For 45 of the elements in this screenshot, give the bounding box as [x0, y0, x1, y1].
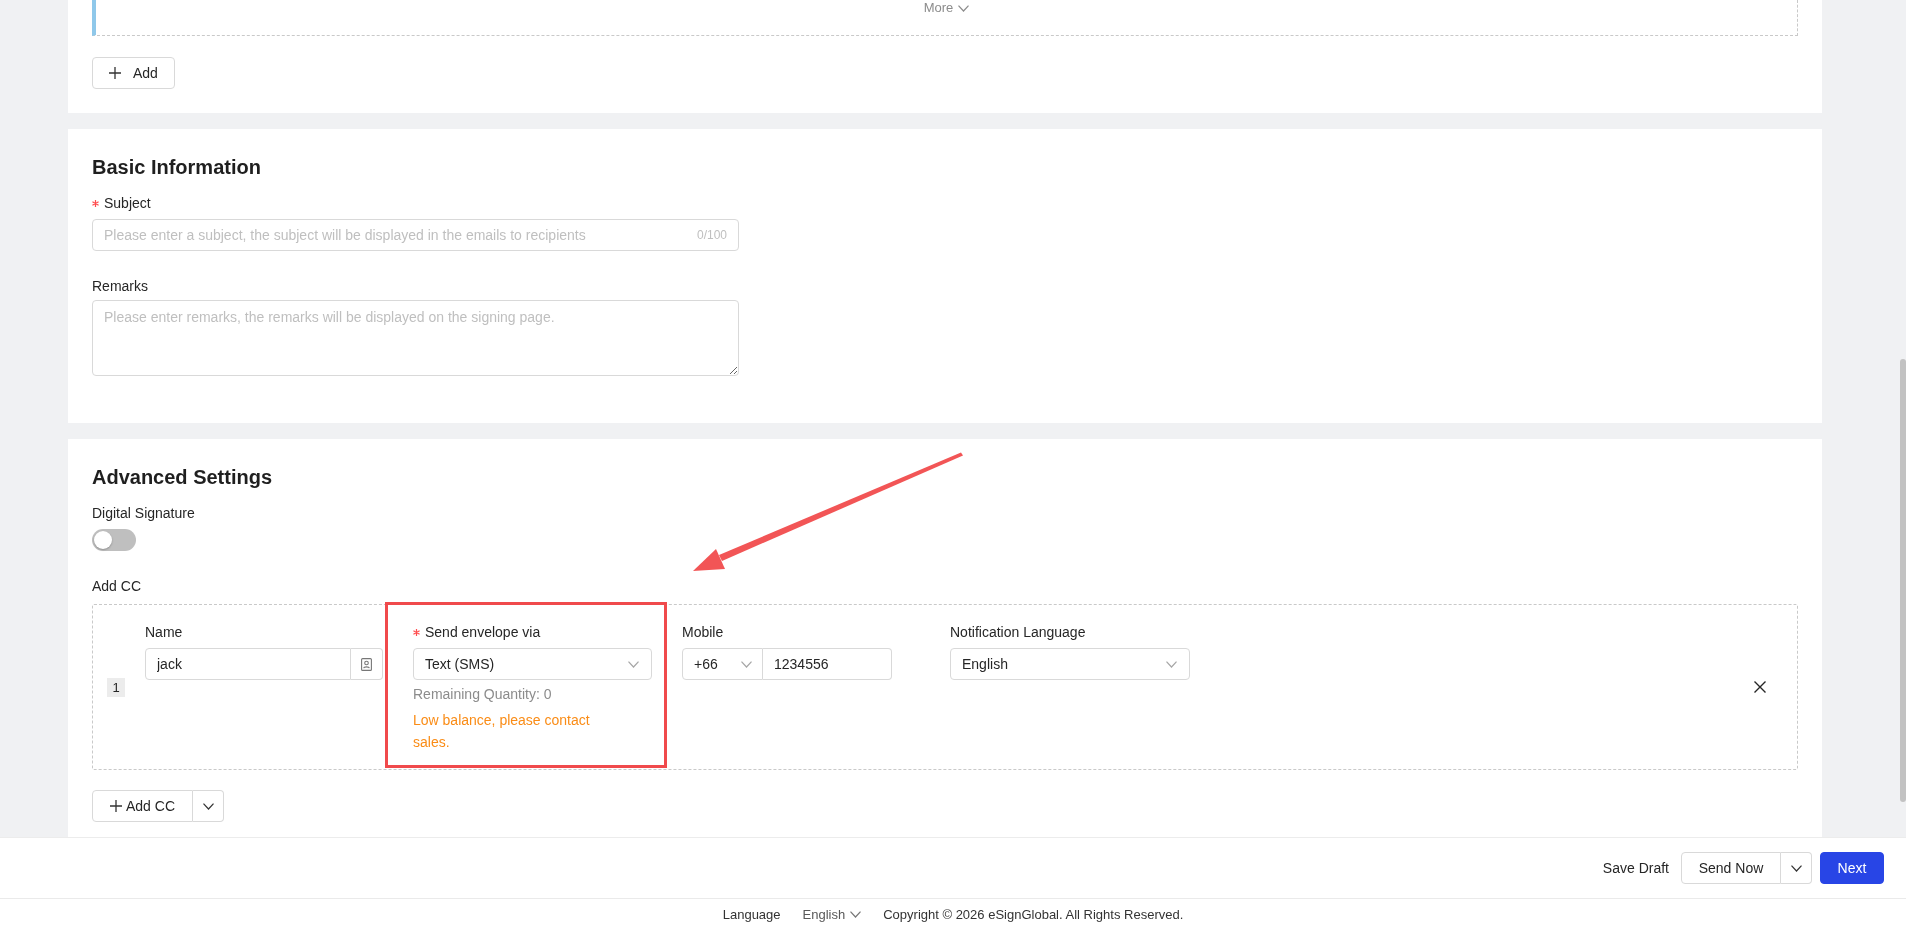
save-draft-button[interactable]: Save Draft: [1598, 852, 1673, 884]
field-label: Remarks: [92, 277, 148, 296]
chevron-down-icon: [202, 802, 214, 810]
language-switcher[interactable]: English: [802, 906, 862, 922]
send-method-select[interactable]: Text (SMS): [413, 648, 652, 680]
chevron-down-icon: [1166, 660, 1177, 668]
scrollbar-thumb[interactable]: [1900, 359, 1906, 802]
textarea-field[interactable]: Please enter remarks, the remarks will be displayed on the signing page.: [92, 300, 739, 376]
more-button[interactable]: More: [923, 0, 970, 16]
field-label: Notification Language: [950, 623, 1086, 642]
field-label: Digital Signature: [92, 504, 195, 523]
field-label: Name: [145, 623, 183, 642]
next-button[interactable]: Next: [1820, 852, 1884, 884]
quota-text: Remaining Quantity: 0: [413, 685, 553, 704]
field-label: Mobile: [682, 623, 724, 642]
chevron-down-icon: [958, 4, 970, 12]
add-cc-options-button[interactable]: [193, 790, 224, 822]
section-title: Advanced Settings: [92, 465, 274, 490]
character-count: 0/100: [696, 228, 727, 242]
chevron-down-icon: [850, 910, 862, 918]
chevron-down-icon: [1790, 864, 1802, 872]
section-title: Basic Information: [92, 155, 262, 180]
contacts-button[interactable]: [351, 648, 383, 680]
phone-field[interactable]: 1234556: [763, 648, 892, 680]
plus-icon: [110, 800, 122, 812]
field-label: Subject: [104, 194, 151, 213]
chevron-down-icon: [741, 660, 752, 668]
name-field[interactable]: jack: [145, 648, 351, 680]
language-select[interactable]: English: [950, 648, 1190, 680]
close-icon[interactable]: [1754, 681, 1766, 693]
country-code-select[interactable]: +66: [682, 648, 763, 680]
field-label: Add CC: [92, 577, 142, 596]
send-options-button[interactable]: [1781, 852, 1812, 884]
warning-text: Low balance, please contact sales.: [413, 711, 591, 752]
add-cc-button[interactable]: Add CC: [92, 790, 193, 822]
toggle-switch[interactable]: [92, 529, 136, 551]
row-number: 1: [107, 677, 125, 697]
field-label: Send envelope via: [425, 623, 541, 642]
add-button[interactable]: Add: [92, 57, 175, 89]
copyright-text: Copyright © 2026 eSignGlobal. All Rights Reserved.: [883, 906, 1184, 922]
plus-icon: [109, 67, 121, 79]
language-label: Language: [722, 906, 781, 922]
chevron-down-icon: [628, 660, 639, 668]
send-now-button[interactable]: Send Now: [1681, 852, 1781, 884]
person-card-icon: [361, 657, 372, 671]
